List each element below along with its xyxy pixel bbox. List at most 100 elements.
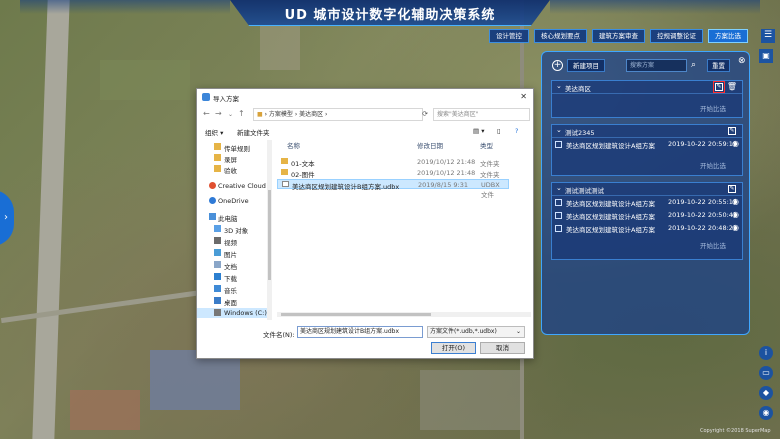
- column-header-date[interactable]: 修改日期: [417, 140, 443, 150]
- eye-view-icon[interactable]: ◉: [759, 406, 773, 420]
- help-icon[interactable]: ?: [515, 127, 518, 135]
- scheme-checkbox[interactable]: [555, 212, 562, 219]
- close-icon[interactable]: ✕: [520, 92, 527, 101]
- app-icon: [202, 93, 210, 101]
- preview-pane-icon[interactable]: ▯: [497, 127, 501, 135]
- start-compare-button[interactable]: 开始比选: [700, 240, 726, 250]
- chevron-down-icon[interactable]: ⌄: [556, 82, 562, 90]
- nav-item[interactable]: 传单规则: [197, 142, 271, 153]
- layer-box-icon[interactable]: ▣: [759, 49, 773, 63]
- nav-zoning-adjust[interactable]: 控规调整论证: [650, 29, 703, 43]
- nav-item[interactable]: 文档: [197, 260, 271, 271]
- filename-label: 文件名(N):: [263, 331, 295, 339]
- back-icon[interactable]: ←: [203, 109, 210, 118]
- pc-icon: [209, 213, 216, 220]
- scheme-checkbox[interactable]: [555, 199, 562, 206]
- new-project-button[interactable]: 新建项目: [567, 59, 605, 72]
- group-name: 美达商区: [565, 85, 591, 93]
- search-icon[interactable]: ⌕: [691, 60, 702, 71]
- top-nav: 设计管控 核心规划要点 建筑方案审查 控规调整论证 方案比选: [489, 29, 748, 43]
- nav-design-control[interactable]: 设计管控: [489, 29, 529, 43]
- nav-item[interactable]: 音乐: [197, 284, 271, 295]
- folder-icon: [281, 169, 288, 175]
- cancel-button[interactable]: 取消: [480, 342, 525, 354]
- scheme-search-input[interactable]: 搜索方案: [626, 59, 687, 72]
- scroll-thumb[interactable]: [268, 190, 271, 280]
- breadcrumb[interactable]: ■ › 方案模型 › 美达商区 ›: [253, 108, 423, 121]
- file-row[interactable]: 01-文本 2019/10/12 21:48 文件夹: [277, 157, 509, 168]
- edit-icon[interactable]: ✎: [728, 185, 736, 193]
- drive-icon: [214, 309, 221, 316]
- group-header[interactable]: ⌄ 测试测试测试 ✎: [552, 183, 742, 196]
- compare-button-row: 开始比选: [552, 157, 742, 171]
- trash-icon[interactable]: 🗑: [727, 82, 737, 91]
- scroll-thumb[interactable]: [281, 313, 431, 316]
- nav-item[interactable]: Creative Cloud F: [197, 181, 271, 191]
- nav-item[interactable]: 验收: [197, 164, 271, 175]
- group-header[interactable]: ⌄ 美达商区 ✎ 🗑: [552, 81, 742, 94]
- filetype-select[interactable]: 方案文件(*.udb,*.udbx) ⌄: [427, 326, 525, 338]
- nav-item[interactable]: OneDrive: [197, 196, 271, 206]
- add-icon[interactable]: +: [552, 60, 563, 71]
- breadcrumb-item[interactable]: 美达商区: [299, 111, 323, 118]
- column-header-type[interactable]: 类型: [480, 140, 493, 150]
- nav-item[interactable]: 视频: [197, 236, 271, 247]
- scheme-checkbox[interactable]: [555, 225, 562, 232]
- file-row[interactable]: 美达商区规划建筑设计B组方案.udbx 2019/8/15 9:31 UDBX …: [277, 179, 509, 199]
- edit-icon[interactable]: ✎: [728, 127, 736, 135]
- edit-icon[interactable]: ✎: [713, 81, 725, 93]
- scheme-compare-panel: + 新建项目 搜索方案 ⌕ 重置 ⊗ ⌄ 美达商区 ✎ 🗑 开始比选 ⌄ 测试2…: [541, 51, 750, 335]
- breadcrumb-item[interactable]: 方案模型: [269, 111, 293, 118]
- scheme-row: 美达商区规划建筑设计A组方案 2019-10-22 20:48:21 ◉: [552, 222, 742, 235]
- onedrive-icon: [209, 197, 216, 204]
- nav-scrollbar[interactable]: [267, 140, 272, 320]
- start-compare-button[interactable]: 开始比选: [700, 103, 726, 113]
- nav-item[interactable]: 此电脑: [197, 212, 271, 223]
- forward-icon[interactable]: →: [215, 109, 222, 118]
- filename-input[interactable]: 美达商区规划建筑设计B组方案.udbx: [297, 326, 423, 338]
- file-row[interactable]: 02-图件 2019/10/12 21:48 文件夹: [277, 168, 509, 179]
- close-icon[interactable]: ⊗: [738, 56, 746, 66]
- chevron-down-icon[interactable]: ⌄: [228, 111, 233, 118]
- start-compare-button[interactable]: 开始比选: [700, 160, 726, 170]
- chevron-down-icon[interactable]: ⌄: [556, 184, 562, 192]
- nav-scheme-compare[interactable]: 方案比选: [708, 29, 748, 43]
- scheme-checkbox[interactable]: [555, 141, 562, 148]
- eye-icon[interactable]: ◉: [732, 139, 739, 148]
- compass-icon[interactable]: ◆: [759, 386, 773, 400]
- group-header[interactable]: ⌄ 测试2345 ✎: [552, 125, 742, 138]
- folder-search-input[interactable]: 搜索"美达商区": [433, 108, 530, 121]
- eye-icon[interactable]: ◉: [732, 197, 739, 206]
- open-button[interactable]: 打开(O): [431, 342, 476, 354]
- view-options-icon[interactable]: ▤ ▾: [473, 127, 484, 135]
- nav-item[interactable]: 桌面: [197, 296, 271, 307]
- nav-item[interactable]: 图片: [197, 248, 271, 259]
- nav-building-review[interactable]: 建筑方案审查: [592, 29, 645, 43]
- nav-core-planning[interactable]: 核心规划要点: [534, 29, 587, 43]
- nav-item[interactable]: 下载: [197, 272, 271, 283]
- column-header-name[interactable]: 名称: [287, 140, 300, 150]
- chevron-down-icon[interactable]: ⌄: [556, 126, 562, 134]
- file-list-hscrollbar[interactable]: [277, 312, 531, 317]
- nav-item[interactable]: 录屏: [197, 153, 271, 164]
- scheme-row: 美达商区规划建筑设计A组方案 2019-10-22 20:55:15 ◉: [552, 196, 742, 209]
- video-icon: [214, 237, 221, 244]
- dialog-titlebar[interactable]: 导入方案 ✕: [197, 89, 533, 105]
- new-folder-button[interactable]: 新建文件夹: [237, 127, 270, 137]
- reset-button[interactable]: 重置: [707, 59, 730, 72]
- refresh-icon[interactable]: ⟳: [419, 108, 431, 121]
- organize-button[interactable]: 组织 ▾: [205, 127, 223, 137]
- filetype-value: 方案文件(*.udb,*.udbx): [430, 328, 497, 335]
- camera-icon[interactable]: ▭: [759, 366, 773, 380]
- info-icon[interactable]: i: [759, 346, 773, 360]
- panel-toolbar: + 新建项目 搜索方案 ⌕ 重置: [550, 59, 743, 72]
- scheme-time: 2019-10-22 20:50:41: [668, 211, 738, 219]
- menu-list-icon[interactable]: ☰: [761, 29, 775, 43]
- folder-icon: ■: [257, 111, 263, 118]
- eye-icon[interactable]: ◉: [732, 223, 739, 232]
- nav-item[interactable]: 3D 对象: [197, 224, 271, 235]
- nav-item[interactable]: Windows (C:): [197, 308, 271, 318]
- project-group: ⌄ 测试测试测试 ✎ 美达商区规划建筑设计A组方案 2019-10-22 20:…: [551, 182, 743, 260]
- up-icon[interactable]: ↑: [238, 109, 245, 118]
- eye-icon[interactable]: ◉: [732, 210, 739, 219]
